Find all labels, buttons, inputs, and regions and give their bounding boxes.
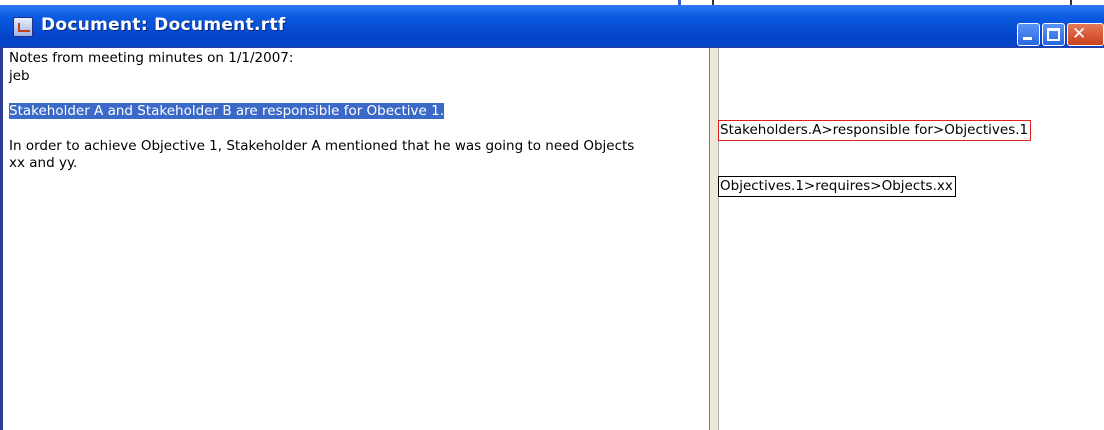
close-icon: ✕: [1072, 24, 1087, 44]
text-line: In order to achieve Objective 1, Stakeho…: [9, 137, 635, 154]
triples-pane[interactable]: [719, 48, 1104, 430]
minimize-icon: [1023, 37, 1032, 40]
split-pane-divider[interactable]: [710, 48, 719, 430]
close-button[interactable]: ✕: [1067, 23, 1104, 46]
title-bar[interactable]: Document: Document.rtf ✕: [0, 5, 1104, 48]
text-line: jeb: [9, 67, 30, 84]
maximize-button[interactable]: [1042, 23, 1065, 46]
triple-box[interactable]: Objectives.1>requires>Objects.xx: [718, 176, 956, 197]
minimize-button[interactable]: [1017, 23, 1040, 46]
java-app-icon[interactable]: [13, 17, 33, 37]
maximize-icon: [1047, 28, 1060, 41]
document-text[interactable]: Notes from meeting minutes on 1/1/2007: …: [9, 50, 709, 173]
window-title: Document: Document.rtf: [41, 15, 286, 35]
triple-box-selected[interactable]: Stakeholders.A>responsible for>Objective…: [718, 120, 1032, 141]
selected-text[interactable]: Stakeholder A and Stakeholder B are resp…: [9, 102, 444, 119]
text-line: xx and yy.: [9, 155, 78, 171]
text-line: Notes from meeting minutes on 1/1/2007:: [9, 50, 294, 66]
